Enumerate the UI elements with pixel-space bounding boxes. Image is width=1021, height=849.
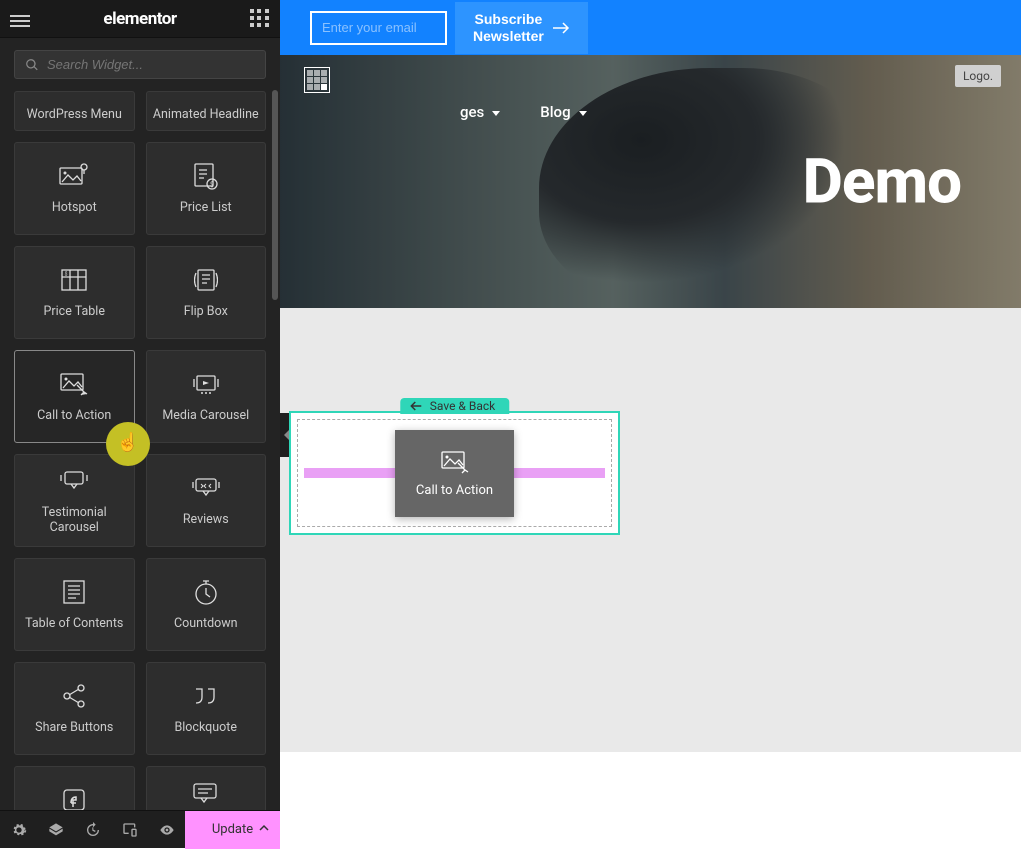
- widget-testimonial-carousel[interactable]: Testimonial Carousel: [14, 454, 135, 547]
- history-button[interactable]: [74, 811, 111, 849]
- brand-logo: elementor: [103, 9, 176, 29]
- hero-section[interactable]: Logo. ges Blog Demo: [280, 55, 1021, 308]
- newsletter-bar: SubscribeNewsletter: [280, 0, 1021, 55]
- settings-button[interactable]: [0, 811, 37, 849]
- testimonial-carousel-icon: [59, 467, 89, 495]
- widget-label: Flip Box: [184, 304, 228, 319]
- nav-menu: ges Blog: [460, 103, 587, 121]
- widget-facebook-button[interactable]: Facebook Button: [14, 766, 135, 810]
- elementor-sidebar: elementor WordPress Menu Animated Headli…: [0, 0, 280, 848]
- hotspot-icon: [59, 162, 89, 190]
- update-button[interactable]: Update: [185, 811, 280, 849]
- drag-ghost-call-to-action[interactable]: Call to Action: [395, 430, 514, 517]
- widget-label: Reviews: [183, 512, 229, 527]
- search-container: [0, 38, 280, 91]
- table-of-contents-icon: [62, 578, 86, 606]
- hero-title[interactable]: Demo: [803, 145, 961, 218]
- widget-label: Animated Headline: [153, 107, 259, 122]
- chevron-down-icon: [577, 103, 587, 121]
- devices-icon: [122, 822, 138, 838]
- facebook-button-icon: [61, 786, 87, 810]
- widget-label: Hotspot: [52, 200, 97, 215]
- blockquote-icon: [192, 682, 220, 710]
- widget-label: Share Buttons: [35, 720, 113, 735]
- price-table-icon: $: [60, 266, 88, 294]
- facebook-comments-icon: [191, 779, 221, 807]
- widget-label: WordPress Menu: [27, 107, 122, 122]
- media-carousel-icon: [190, 370, 222, 398]
- call-to-action-icon: [59, 370, 89, 398]
- sidebar-footer: Update: [0, 810, 280, 848]
- cursor-indicator: [106, 422, 150, 466]
- widget-label: Countdown: [174, 616, 238, 631]
- preview-button[interactable]: [148, 811, 185, 849]
- layers-icon: [48, 822, 64, 838]
- widget-label: Blockquote: [174, 720, 237, 735]
- widget-table-of-contents[interactable]: Table of Contents: [14, 558, 135, 651]
- svg-text:$: $: [210, 181, 214, 189]
- editor-canvas: SubscribeNewsletter Logo. ges Blog Demo …: [280, 0, 1021, 848]
- drop-target-section[interactable]: Save & Back Call to Action: [289, 411, 620, 535]
- price-list-icon: $: [193, 162, 219, 190]
- widget-label: Media Carousel: [162, 408, 249, 423]
- update-label: Update: [212, 822, 253, 837]
- search-input[interactable]: [47, 57, 255, 72]
- widget-flip-box[interactable]: Flip Box: [146, 246, 267, 339]
- widget-label: Price List: [180, 200, 232, 215]
- widget-hotspot[interactable]: Hotspot: [14, 142, 135, 235]
- responsive-button[interactable]: [111, 811, 148, 849]
- chevron-down-icon: [490, 103, 500, 121]
- widget-price-list[interactable]: $ Price List: [146, 142, 267, 235]
- countdown-icon: [193, 578, 219, 606]
- logo-badge[interactable]: Logo.: [955, 65, 1001, 87]
- apps-grid-icon[interactable]: [250, 9, 270, 29]
- save-back-tab[interactable]: Save & Back: [400, 398, 509, 414]
- widget-wordpress-menu[interactable]: WordPress Menu: [14, 91, 135, 131]
- widget-animated-headline[interactable]: Animated Headline: [146, 91, 267, 131]
- widget-price-table[interactable]: $ Price Table: [14, 246, 135, 339]
- gear-icon: [11, 822, 27, 838]
- call-to-action-icon: [440, 449, 470, 475]
- content-area: Save & Back Call to Action: [280, 308, 1021, 752]
- scrollbar-thumb[interactable]: [272, 90, 278, 300]
- email-field[interactable]: [310, 11, 447, 45]
- subscribe-button[interactable]: SubscribeNewsletter: [455, 2, 588, 54]
- search-icon: [25, 58, 39, 72]
- arrow-right-icon: [552, 21, 570, 35]
- widget-blockquote[interactable]: Blockquote: [146, 662, 267, 755]
- share-buttons-icon: [61, 682, 87, 710]
- widget-label: Testimonial Carousel: [19, 505, 130, 535]
- drop-inner[interactable]: Call to Action: [297, 419, 612, 527]
- search-box[interactable]: [14, 50, 266, 79]
- widget-media-carousel[interactable]: Media Carousel: [146, 350, 267, 443]
- reviews-icon: [191, 474, 221, 502]
- widget-label: Price Table: [44, 304, 105, 319]
- flip-box-icon: [194, 266, 218, 294]
- subscribe-label: SubscribeNewsletter: [473, 11, 544, 45]
- menu-icon[interactable]: [10, 12, 30, 26]
- sidebar-header: elementor: [0, 0, 280, 38]
- history-icon: [85, 822, 101, 838]
- drag-ghost-label: Call to Action: [416, 483, 493, 498]
- navigator-button[interactable]: [37, 811, 74, 849]
- add-section-icon[interactable]: [304, 67, 330, 93]
- svg-text:$: $: [65, 271, 68, 278]
- arrow-left-icon: [410, 401, 422, 411]
- nav-item-pages[interactable]: ges: [460, 103, 500, 121]
- widget-label: Call to Action: [37, 408, 111, 423]
- widget-share-buttons[interactable]: Share Buttons: [14, 662, 135, 755]
- eye-icon: [159, 822, 175, 838]
- chevron-up-icon[interactable]: [258, 822, 270, 838]
- nav-item-blog[interactable]: Blog: [540, 103, 586, 121]
- widget-facebook-comments[interactable]: Facebook Comments: [146, 766, 267, 810]
- widget-reviews[interactable]: Reviews: [146, 454, 267, 547]
- widget-label: Table of Contents: [25, 616, 123, 631]
- widget-countdown[interactable]: Countdown: [146, 558, 267, 651]
